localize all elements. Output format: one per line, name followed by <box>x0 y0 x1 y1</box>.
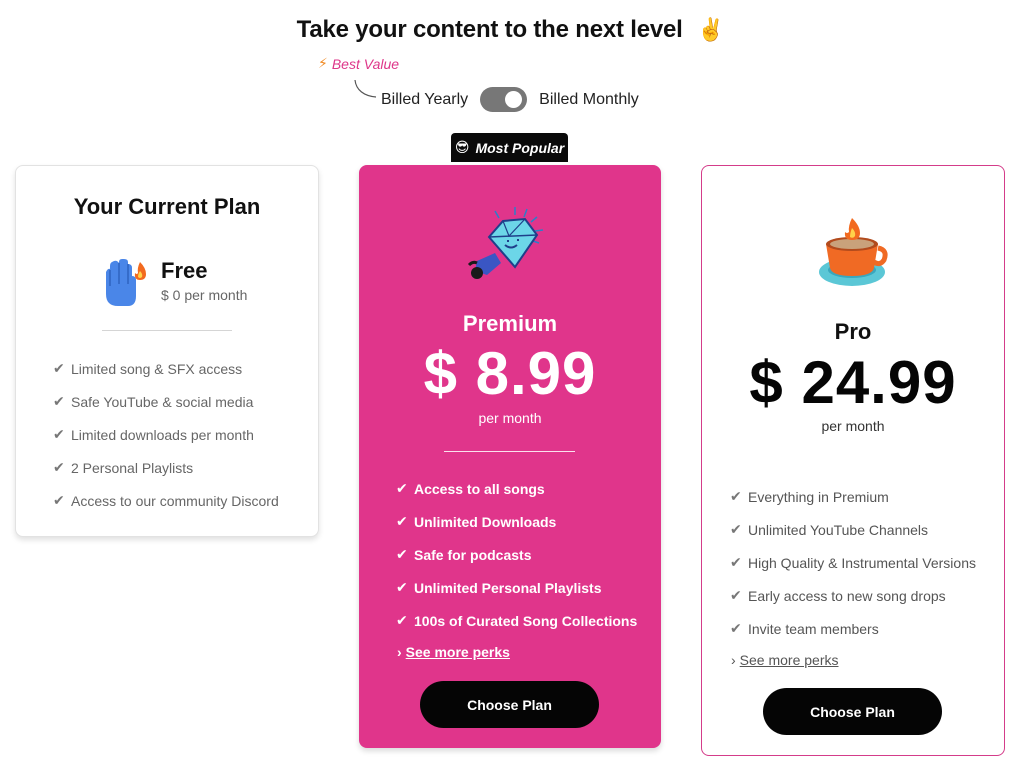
diamond-character-icon <box>467 207 544 279</box>
feature-item: ✔ 100s of Curated Song Collections <box>396 604 637 637</box>
check-icon: ✔ <box>396 480 408 496</box>
chevron-right-icon: › <box>731 652 736 668</box>
best-value-label: ⚡ Best Value <box>318 55 399 72</box>
perks-link-text[interactable]: See more perks <box>740 652 839 668</box>
premium-plan-price: $ 8.99 <box>423 340 597 407</box>
feature-item: ✔ Safe YouTube & social media <box>53 385 279 418</box>
page-title: Take your content to the next level ✌️ <box>0 16 1021 44</box>
feature-text: Unlimited Downloads <box>414 513 557 530</box>
feature-item: ✔ Unlimited Downloads <box>396 505 637 538</box>
sunglasses-face-icon: 😎 <box>454 139 470 155</box>
victory-hand-icon: ✌️ <box>697 17 725 42</box>
pro-plan-period: per month <box>821 418 885 434</box>
free-feature-list: ✔ Limited song & SFX access ✔ Safe YouTube… <box>53 352 279 517</box>
check-icon: ✔ <box>396 579 408 595</box>
free-plan-price: $ 0 per month <box>161 287 248 303</box>
feature-item: ✔ High Quality & Instrumental Versions <box>730 546 976 579</box>
most-popular-badge: 😎 Most Popular <box>451 133 568 162</box>
plan-card-pro: Pro $ 24.99 per month ✔ Everything in Pre… <box>701 165 1005 756</box>
feature-item: ✔ Safe for podcasts <box>396 538 637 571</box>
curved-arrow-icon <box>354 79 377 98</box>
feature-text: Access to our community Discord <box>71 492 279 509</box>
toggle-knob <box>505 91 523 108</box>
perks-link-text[interactable]: See more perks <box>406 644 510 660</box>
feature-item: ✔ Limited song & SFX access <box>53 352 279 385</box>
divider <box>444 451 575 452</box>
billed-monthly-label[interactable]: Billed Monthly <box>539 91 639 109</box>
feature-item: ✔ 2 Personal Playlists <box>53 451 279 484</box>
free-plan-name: Free <box>161 258 208 283</box>
pro-choose-plan-button[interactable]: Choose Plan <box>763 688 942 735</box>
plan-card-premium: Premium $ 8.99 per month ✔ Access to all … <box>359 165 661 748</box>
chevron-right-icon: › <box>397 644 402 660</box>
premium-see-more-perks-link[interactable]: › See more perks <box>397 644 510 660</box>
check-icon: ✔ <box>730 554 742 570</box>
check-icon: ✔ <box>730 488 742 504</box>
check-icon: ✔ <box>53 426 65 442</box>
premium-feature-list: ✔ Access to all songs ✔ Unlimited Download… <box>396 472 637 637</box>
current-plan-heading: Your Current Plan <box>73 194 261 219</box>
feature-text: Limited song & SFX access <box>71 360 243 377</box>
feature-item: ✔ Everything in Premium <box>730 480 976 513</box>
premium-choose-plan-button[interactable]: Choose Plan <box>420 681 599 728</box>
feature-text: 100s of Curated Song Collections <box>414 612 638 629</box>
feature-item: ✔ Early access to new song drops <box>730 579 976 612</box>
check-icon: ✔ <box>53 393 65 409</box>
feature-text: Access to all songs <box>414 480 545 497</box>
pro-feature-list: ✔ Everything in Premium ✔ Unlimited YouTub… <box>730 480 976 645</box>
lightning-icon: ⚡ <box>318 55 328 71</box>
check-icon: ✔ <box>53 360 65 376</box>
page-title-text: Take your content to the next level <box>296 16 683 43</box>
check-icon: ✔ <box>730 620 742 636</box>
feature-text: Unlimited YouTube Channels <box>748 521 929 538</box>
check-icon: ✔ <box>396 612 408 628</box>
feature-text: Everything in Premium <box>748 488 889 505</box>
pro-see-more-perks-link[interactable]: › See more perks <box>731 652 839 668</box>
divider <box>102 330 232 331</box>
feature-item: ✔ Invite team members <box>730 612 976 645</box>
pro-plan-price: $ 24.99 <box>749 349 957 416</box>
premium-plan-name: Premium <box>462 311 558 336</box>
check-icon: ✔ <box>396 513 408 529</box>
most-popular-label: Most Popular <box>475 139 565 156</box>
check-icon: ✔ <box>730 521 742 537</box>
feature-text: Limited downloads per month <box>71 426 254 443</box>
feature-item: ✔ Unlimited Personal Playlists <box>396 571 637 604</box>
premium-plan-period: per month <box>478 410 542 426</box>
check-icon: ✔ <box>396 546 408 562</box>
check-icon: ✔ <box>53 492 65 508</box>
feature-item: ✔ Access to all songs <box>396 472 637 505</box>
feature-text: 2 Personal Playlists <box>71 459 194 476</box>
coffee-cup-fire-icon <box>819 218 888 286</box>
billing-toggle[interactable] <box>480 87 528 112</box>
feature-text: Unlimited Personal Playlists <box>414 579 602 596</box>
billed-yearly-label[interactable]: Billed Yearly <box>381 91 468 109</box>
raised-hand-fire-icon <box>106 259 146 306</box>
feature-text: Safe for podcasts <box>414 546 532 563</box>
feature-item: ✔ Limited downloads per month <box>53 418 279 451</box>
best-value-text: Best Value <box>331 55 400 72</box>
check-icon: ✔ <box>53 459 65 475</box>
billing-toggle-group: Billed Yearly Billed Monthly <box>381 87 639 112</box>
check-icon: ✔ <box>730 587 742 603</box>
pro-plan-name: Pro <box>834 319 872 344</box>
plan-card-free: Your Current Plan Free $ 0 per month ✔ Li… <box>15 165 319 537</box>
feature-item: ✔ Unlimited YouTube Channels <box>730 513 976 546</box>
feature-item: ✔ Access to our community Discord <box>53 484 279 517</box>
feature-text: High Quality & Instrumental Versions <box>748 554 976 571</box>
feature-text: Invite team members <box>748 620 879 637</box>
feature-text: Safe YouTube & social media <box>71 393 254 410</box>
feature-text: Early access to new song drops <box>748 587 946 604</box>
